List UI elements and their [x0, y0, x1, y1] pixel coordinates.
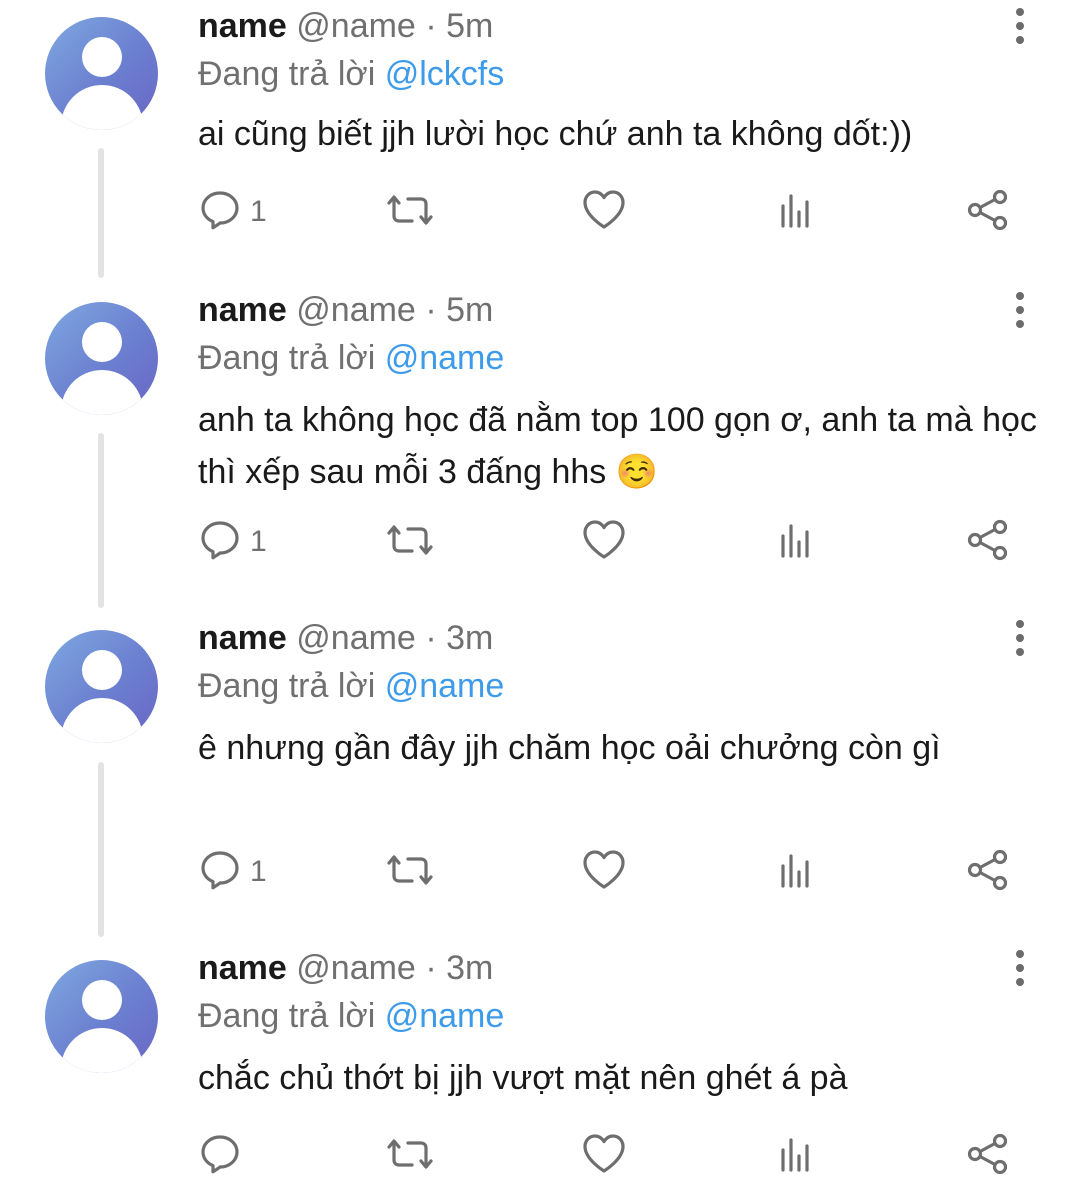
share-button[interactable] — [966, 518, 1012, 568]
replying-to-label: Đang trả lời — [198, 339, 376, 377]
tweet-text: anh ta không học đã nằm top 100 gọn ơ, a… — [198, 401, 1037, 491]
reply-button[interactable]: 1 — [198, 848, 288, 898]
user-handle[interactable]: @name — [296, 7, 416, 45]
stats-button[interactable] — [776, 1132, 816, 1182]
stats-button[interactable] — [776, 518, 816, 568]
mention-link[interactable]: @name — [385, 667, 505, 705]
retweet-icon — [386, 518, 434, 562]
tweet-text: ê nhưng gần đây jjh chăm học oải chưởng … — [198, 729, 941, 767]
replying-to-label: Đang trả lời — [198, 997, 376, 1035]
replying-to: Đang trả lời @name — [198, 666, 504, 706]
display-name[interactable]: name — [198, 291, 287, 329]
timestamp[interactable]: 5m — [446, 7, 493, 45]
stats-button[interactable] — [776, 848, 816, 898]
avatar[interactable] — [45, 17, 158, 130]
share-button[interactable] — [966, 1132, 1012, 1182]
share-button[interactable] — [966, 188, 1012, 238]
avatar-body-shape — [61, 698, 143, 743]
tweet-text: chắc chủ thớt bị jjh vượt mặt nên ghét á… — [198, 1059, 848, 1097]
display-name[interactable]: name — [198, 949, 287, 987]
share-icon — [966, 188, 1012, 232]
share-icon — [966, 848, 1012, 892]
timestamp[interactable]: 5m — [446, 291, 493, 329]
tweet-header: name @name · 3m — [198, 618, 493, 658]
replying-to-label: Đang trả lời — [198, 55, 376, 93]
tweet-actions — [0, 1132, 1080, 1182]
user-handle[interactable]: @name — [296, 291, 416, 329]
share-icon — [966, 1132, 1012, 1176]
stats-icon — [776, 1132, 816, 1176]
reply-button[interactable] — [198, 1132, 288, 1182]
reply-icon — [198, 518, 288, 562]
retweet-button[interactable] — [386, 188, 434, 238]
separator-dot: · — [425, 291, 437, 329]
display-name[interactable]: name — [198, 7, 287, 45]
avatar-body-shape — [61, 1028, 143, 1073]
retweet-icon — [386, 848, 434, 892]
mention-link[interactable]: @name — [385, 339, 505, 377]
like-button[interactable] — [581, 848, 627, 898]
avatar[interactable] — [45, 302, 158, 415]
avatar-body-shape — [61, 370, 143, 415]
heart-icon — [581, 1132, 627, 1176]
user-handle[interactable]: @name — [296, 619, 416, 657]
reply-icon — [198, 188, 288, 232]
avatar[interactable] — [45, 630, 158, 743]
stats-icon — [776, 848, 816, 892]
more-vertical-icon[interactable] — [1005, 290, 1035, 330]
heart-icon — [581, 848, 627, 892]
timestamp[interactable]: 3m — [446, 619, 493, 657]
reply-icon — [198, 1132, 288, 1176]
replying-to: Đang trả lời @name — [198, 338, 504, 378]
mention-link[interactable]: @name — [385, 997, 505, 1035]
replying-to: Đang trả lời @lckcfs — [198, 54, 504, 94]
replying-to: Đang trả lời @name — [198, 996, 504, 1036]
separator-dot: · — [425, 949, 437, 987]
reply-count: 1 — [250, 855, 267, 888]
retweet-button[interactable] — [386, 1132, 434, 1182]
reply-icon — [198, 848, 288, 892]
share-button[interactable] — [966, 848, 1012, 898]
tweet-actions: 1 — [0, 848, 1080, 898]
avatar-head-shape — [82, 322, 122, 362]
more-vertical-icon[interactable] — [1005, 948, 1035, 988]
retweet-button[interactable] — [386, 518, 434, 568]
heart-icon — [581, 188, 627, 232]
timestamp[interactable]: 3m — [446, 949, 493, 987]
tweet-actions: 1 — [0, 518, 1080, 568]
avatar[interactable] — [45, 960, 158, 1073]
avatar-head-shape — [82, 37, 122, 77]
like-button[interactable] — [581, 518, 627, 568]
like-button[interactable] — [581, 188, 627, 238]
replying-to-label: Đang trả lời — [198, 667, 376, 705]
tweet-header: name @name · 5m — [198, 6, 493, 46]
reply-count: 1 — [250, 195, 267, 228]
tweet-header: name @name · 5m — [198, 290, 493, 330]
user-handle[interactable]: @name — [296, 949, 416, 987]
display-name[interactable]: name — [198, 619, 287, 657]
more-vertical-icon[interactable] — [1005, 618, 1035, 658]
tweet-actions: 1 — [0, 188, 1080, 238]
more-vertical-icon[interactable] — [1005, 6, 1035, 46]
mention-link[interactable]: @lckcfs — [385, 55, 505, 93]
like-button[interactable] — [581, 1132, 627, 1182]
retweet-icon — [386, 188, 434, 232]
reply-button[interactable]: 1 — [198, 188, 288, 238]
avatar-head-shape — [82, 980, 122, 1020]
reply-count: 1 — [250, 525, 267, 558]
separator-dot: · — [425, 7, 437, 45]
stats-button[interactable] — [776, 188, 816, 238]
share-icon — [966, 518, 1012, 562]
stats-icon — [776, 518, 816, 562]
separator-dot: · — [425, 619, 437, 657]
reply-button[interactable]: 1 — [198, 518, 288, 568]
stats-icon — [776, 188, 816, 232]
avatar-head-shape — [82, 650, 122, 690]
tweet-text: ai cũng biết jjh lười học chứ anh ta khô… — [198, 115, 913, 153]
heart-icon — [581, 518, 627, 562]
retweet-button[interactable] — [386, 848, 434, 898]
retweet-icon — [386, 1132, 434, 1176]
tweet-header: name @name · 3m — [198, 948, 493, 988]
avatar-body-shape — [61, 85, 143, 130]
